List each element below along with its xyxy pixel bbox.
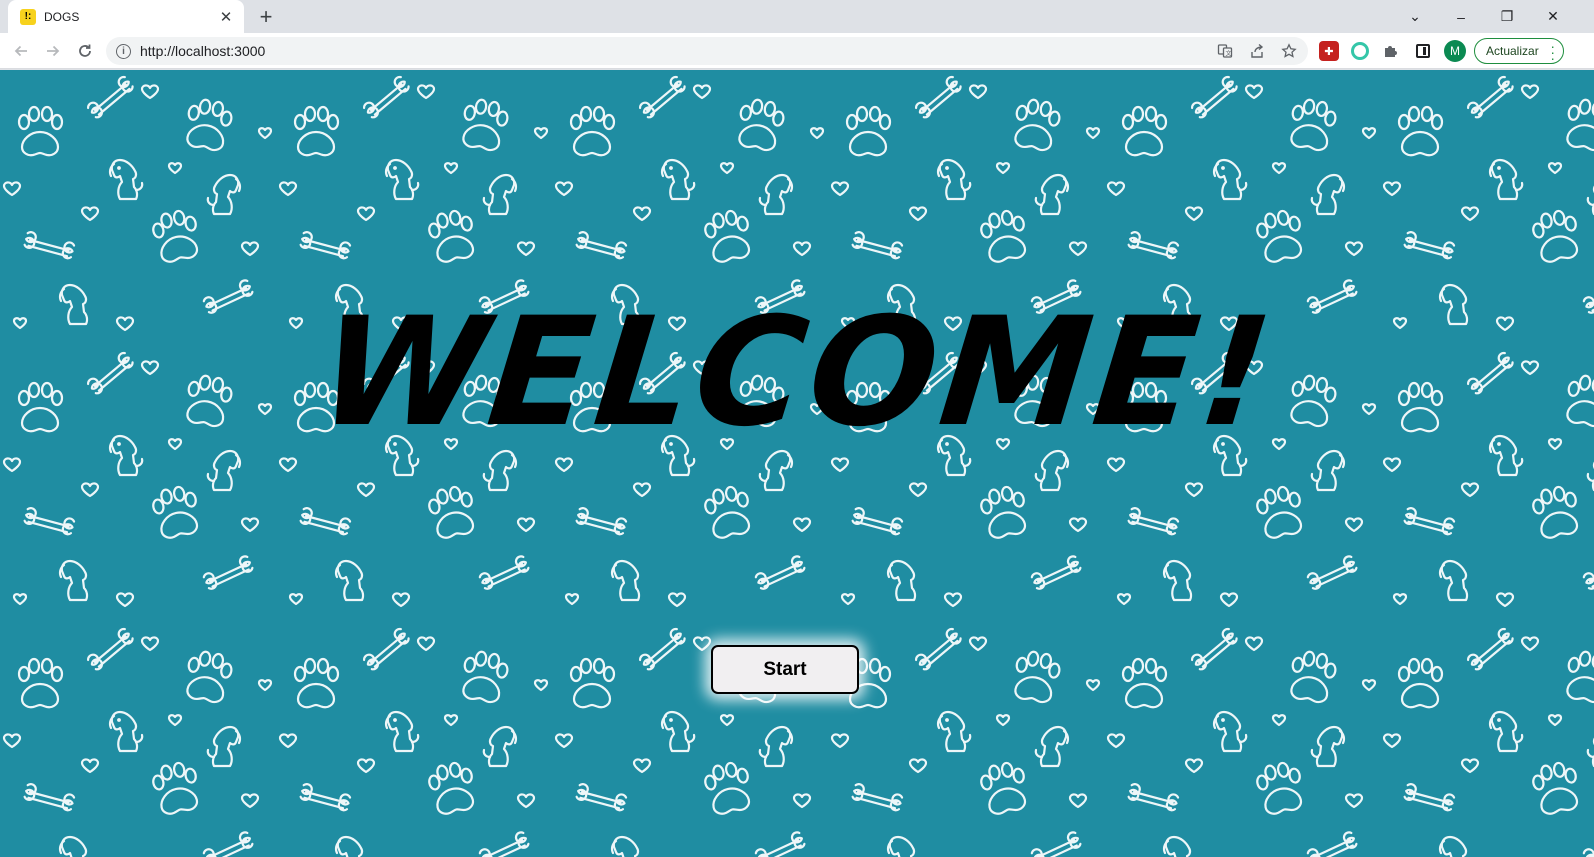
welcome-heading: WELCOME! [311, 286, 1283, 460]
svg-text:文: 文 [1226, 50, 1232, 58]
page-viewport: WELCOME! Start [0, 70, 1594, 857]
new-tab-button[interactable]: + [254, 4, 278, 29]
forward-icon[interactable] [39, 37, 67, 65]
profile-avatar[interactable]: M [1444, 40, 1466, 62]
tab-close-icon[interactable]: ✕ [218, 9, 234, 26]
address-bar[interactable]: i http://localhost:3000 文 [106, 37, 1308, 65]
update-button-label: Actualizar [1486, 44, 1539, 58]
extension-ring-icon[interactable] [1351, 42, 1369, 60]
extension-red-icon[interactable]: ✚ [1319, 41, 1339, 61]
dogs-favicon-icon: !: [20, 8, 36, 25]
info-icon[interactable]: i [116, 43, 131, 59]
url-text[interactable]: http://localhost:3000 [140, 43, 265, 59]
bookmark-star-icon[interactable] [1280, 42, 1298, 60]
tab-title: DOGS [44, 9, 80, 24]
more-icon[interactable]: · · · [1550, 39, 1555, 65]
tab-search-chevron-icon[interactable]: ⌄ [1392, 0, 1438, 33]
close-window-button[interactable]: ✕ [1530, 0, 1576, 33]
minimize-button[interactable]: – [1438, 0, 1484, 33]
browser-title-bar: !: DOGS ✕ + ⌄ – ❐ ✕ [0, 0, 1594, 33]
update-button[interactable]: Actualizar · · · [1474, 38, 1564, 65]
restore-button[interactable]: ❐ [1484, 0, 1530, 33]
share-icon[interactable] [1248, 42, 1266, 60]
dog-pattern-background [0, 70, 1594, 857]
back-icon[interactable] [7, 37, 35, 65]
reload-icon[interactable] [71, 37, 99, 65]
start-button[interactable]: Start [711, 645, 859, 694]
translate-icon[interactable]: 文 [1216, 42, 1234, 60]
browser-tab[interactable]: !: DOGS ✕ [8, 0, 244, 33]
extensions-puzzle-icon[interactable] [1381, 41, 1401, 61]
browser-toolbar: i http://localhost:3000 文 ✚ M Actualizar… [0, 33, 1594, 69]
side-panel-icon[interactable] [1416, 44, 1430, 58]
